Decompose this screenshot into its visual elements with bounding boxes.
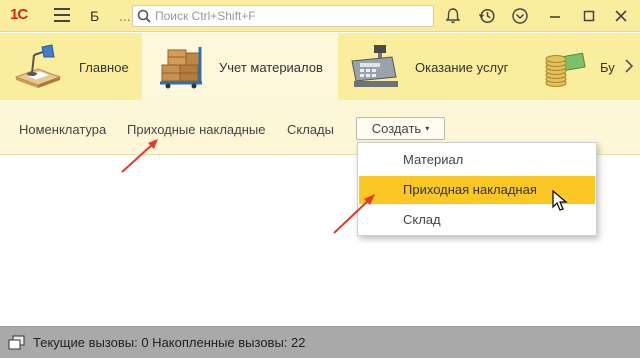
app-title-ellipsis: ... — [119, 8, 131, 24]
main-menu-icon[interactable] — [54, 8, 70, 22]
section-main[interactable]: Главное — [0, 33, 142, 100]
sections-panel: Главное Учет материалов Оказание услуг Б… — [0, 33, 640, 100]
section-accounting[interactable]: Бу — [534, 33, 620, 100]
status-bar: Текущие вызовы: 0 Накопленные вызовы: 22 — [0, 326, 640, 358]
create-button[interactable]: Создать ▾ — [356, 117, 445, 140]
maximize-icon[interactable] — [580, 7, 598, 25]
section-materials[interactable]: Учет материалов — [142, 33, 338, 100]
title-bar: 1С Б ... — [0, 0, 640, 32]
windows-icon[interactable] — [8, 335, 26, 351]
search-icon — [137, 9, 151, 23]
annotation-arrow-icon — [333, 194, 375, 234]
nav-link-incoming-invoices[interactable]: Приходные накладные — [127, 122, 265, 137]
desk-lamp-icon — [14, 44, 62, 88]
nav-link-warehouses[interactable]: Склады — [287, 122, 334, 137]
cash-register-icon — [351, 45, 398, 87]
app-title: Б — [90, 8, 100, 24]
section-main-label: Главное — [79, 60, 129, 75]
section-accounting-label: Бу — [600, 60, 615, 75]
mouse-cursor-icon — [552, 190, 568, 211]
close-icon[interactable] — [612, 7, 630, 25]
section-materials-label: Учет материалов — [219, 60, 323, 75]
annotation-arrow-icon — [121, 139, 158, 173]
create-button-label: Создать — [371, 121, 422, 136]
section-services[interactable]: Оказание услуг — [338, 33, 534, 100]
coins-icon — [545, 52, 586, 87]
caret-down-icon: ▾ — [425, 124, 430, 133]
history-icon[interactable] — [478, 7, 496, 25]
bell-icon[interactable] — [444, 7, 462, 25]
chevron-right-icon[interactable] — [624, 59, 634, 73]
nav-link-nomenclature[interactable]: Номенклатура — [19, 122, 106, 137]
menu-item-material[interactable]: Материал — [359, 146, 595, 174]
boxes-cart-icon — [160, 47, 202, 89]
create-dropdown-menu: Материал Приходная накладная Склад — [357, 142, 597, 236]
settings-menu-icon[interactable] — [511, 7, 529, 25]
minimize-icon[interactable] — [546, 7, 564, 25]
search-input[interactable] — [155, 8, 425, 24]
search-field[interactable] — [132, 5, 434, 27]
status-calls-text: Текущие вызовы: 0 Накопленные вызовы: 22 — [33, 335, 306, 350]
app-logo[interactable]: 1С — [10, 6, 28, 26]
section-services-label: Оказание услуг — [415, 60, 509, 75]
